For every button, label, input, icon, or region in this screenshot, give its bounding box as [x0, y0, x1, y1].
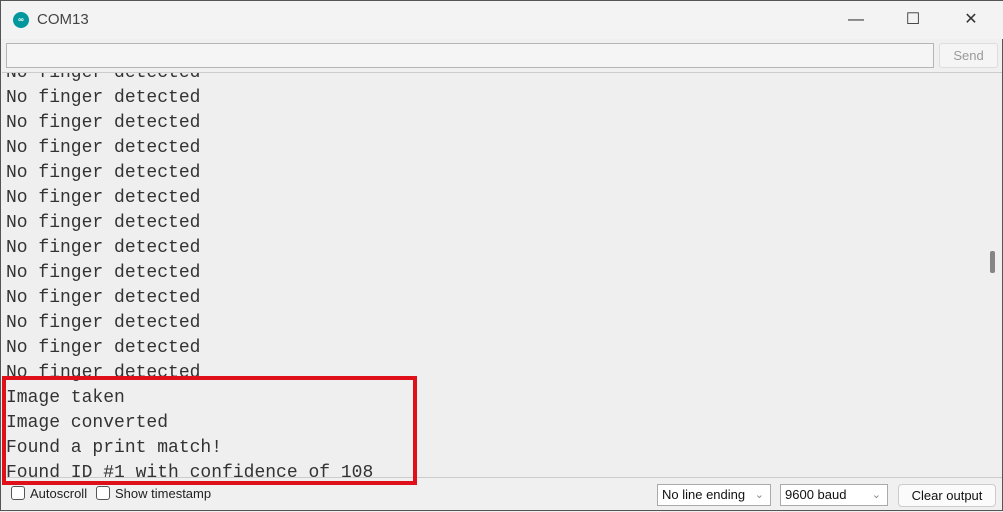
timestamp-label: Show timestamp [115, 486, 212, 501]
output-line: No finger detected [6, 88, 201, 108]
output-line: No finger detected [6, 113, 201, 133]
maximize-button[interactable]: ☐ [890, 7, 936, 33]
minimize-button[interactable]: — [833, 7, 879, 33]
output-line: No finger detected [6, 288, 201, 308]
line-ending-value: No line ending [662, 487, 746, 502]
autoscroll-label: Autoscroll [30, 486, 88, 501]
line-ending-select[interactable]: No line ending ⌄ [657, 484, 771, 506]
chevron-down-icon: ⌄ [754, 489, 764, 501]
chevron-down-icon: ⌄ [871, 489, 881, 501]
close-button[interactable]: ✕ [948, 7, 994, 33]
window-title: COM13 [37, 11, 89, 28]
output-line: No finger detected [6, 163, 201, 183]
send-button[interactable]: Send [939, 43, 998, 68]
title-bar: ∞ COM13 — ☐ ✕ [1, 1, 1003, 39]
baud-value: 9600 baud [785, 487, 847, 502]
timestamp-checkbox[interactable] [96, 486, 110, 500]
output-line: No finger detected [6, 188, 201, 208]
output-line: No finger detected [6, 72, 201, 83]
output-line: No finger detected [6, 263, 201, 283]
output-line: No finger detected [6, 238, 201, 258]
serial-input[interactable] [6, 43, 934, 68]
arduino-logo-icon: ∞ [13, 12, 29, 28]
baud-select[interactable]: 9600 baud ⌄ [780, 484, 888, 506]
scrollbar-thumb[interactable] [990, 251, 995, 273]
scrollbar[interactable] [987, 75, 999, 475]
highlight-box [2, 376, 417, 485]
output-line: No finger detected [6, 338, 201, 358]
bottom-bar: Autoscroll Show timestamp No line ending… [1, 479, 1003, 512]
autoscroll-checkbox[interactable] [11, 486, 25, 500]
output-line: No finger detected [6, 138, 201, 158]
clear-output-button[interactable]: Clear output [898, 484, 996, 507]
output-line: No finger detected [6, 213, 201, 233]
output-line: No finger detected [6, 313, 201, 333]
